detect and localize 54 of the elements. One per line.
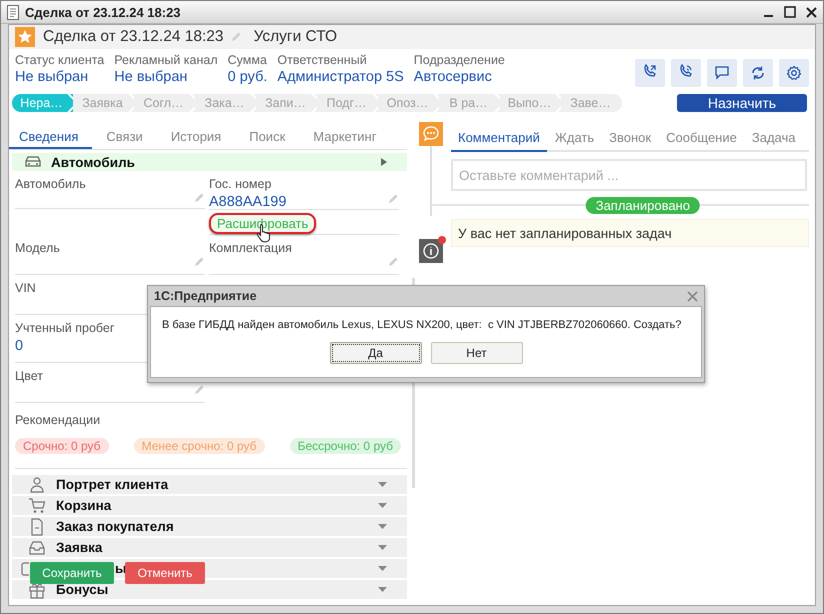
field-link[interactable]: Автосервис [414, 69, 505, 85]
field-label: Сумма [228, 53, 268, 67]
tab[interactable]: Комментарий [451, 122, 547, 152]
comment-field[interactable]: Оставьте комментарий ... [451, 159, 807, 191]
field-label: Ответственный [277, 53, 368, 67]
assign-button[interactable]: Назначить [677, 94, 807, 112]
tab[interactable]: Сообщение [659, 122, 744, 152]
save-button[interactable]: Сохранить [30, 562, 114, 584]
field-link[interactable]: 0 руб. [228, 69, 268, 85]
tab[interactable]: Звонок [602, 122, 658, 152]
deal-type: Услуги СТО [254, 28, 338, 46]
field-link[interactable]: Не выбран [114, 69, 218, 85]
tab[interactable]: Задача [744, 122, 802, 152]
empty-message: У вас нет запланированных задач [451, 219, 809, 247]
section-header[interactable]: Корзина [12, 496, 407, 515]
field-label: Рекомендации [15, 413, 102, 428]
section-header[interactable]: Автомобиль [12, 153, 407, 171]
no-button[interactable]: Нет [430, 342, 522, 364]
field-label: Статус клиента [15, 53, 104, 67]
field-label: Автомобиль [15, 177, 86, 192]
field-value[interactable]: A888AA199 [209, 194, 286, 210]
recommendation-badge: Менее срочно: 0 руб [134, 438, 265, 454]
section-header[interactable]: Портрет клиента [12, 475, 407, 494]
recommendation-badge: Срочно: 0 руб [15, 438, 109, 454]
dialog-message: В базе ГИБДД найден автомобиль Lexus, LEXUS NX200, цвет: с VIN JTJBERBZ702060660. Создать? [162, 319, 682, 331]
status-badge: Запланировано [586, 197, 700, 214]
field-label: Комплектация [209, 241, 292, 256]
tab[interactable]: История [156, 126, 236, 149]
field-label: Модель [15, 241, 60, 256]
yes-button[interactable]: Да [330, 342, 422, 364]
field-label: Гос. номер [209, 177, 272, 192]
tab[interactable]: Связи [92, 126, 157, 149]
deal-title: Сделка от 23.12.24 18:23 [43, 28, 224, 46]
stage-step[interactable]: Заве… [561, 94, 622, 112]
section-header[interactable]: Бонусы [12, 580, 407, 599]
window-title: Сделка от 23.12.24 18:23 [25, 4, 182, 20]
field-label: VIN [15, 281, 36, 296]
field-label: Учтенный пробег [15, 321, 114, 336]
tab[interactable]: Маркетинг [299, 126, 390, 149]
field-label: Подразделение [414, 53, 505, 67]
dialog-title: 1С:Предприятие [154, 289, 258, 303]
tab[interactable]: Поиск [235, 126, 300, 149]
field-link[interactable]: Не выбран [15, 69, 104, 85]
tab[interactable]: Сведения [9, 126, 92, 149]
field-value[interactable]: 0 [15, 338, 24, 354]
tab[interactable]: Ждать [548, 122, 602, 152]
recommendation-badge: Бессрочно: 0 руб [290, 438, 401, 454]
section-header[interactable]: Заявка [12, 538, 407, 557]
cancel-button[interactable]: Отменить [125, 562, 205, 584]
field-link[interactable]: Администратор 5S [277, 69, 404, 85]
section-header[interactable]: Заказ покупателя [12, 517, 407, 536]
field-label: Цвет [15, 369, 44, 384]
field-label: Рекламный канал [114, 53, 218, 67]
decode-button[interactable]: Расшифровать [209, 213, 316, 234]
